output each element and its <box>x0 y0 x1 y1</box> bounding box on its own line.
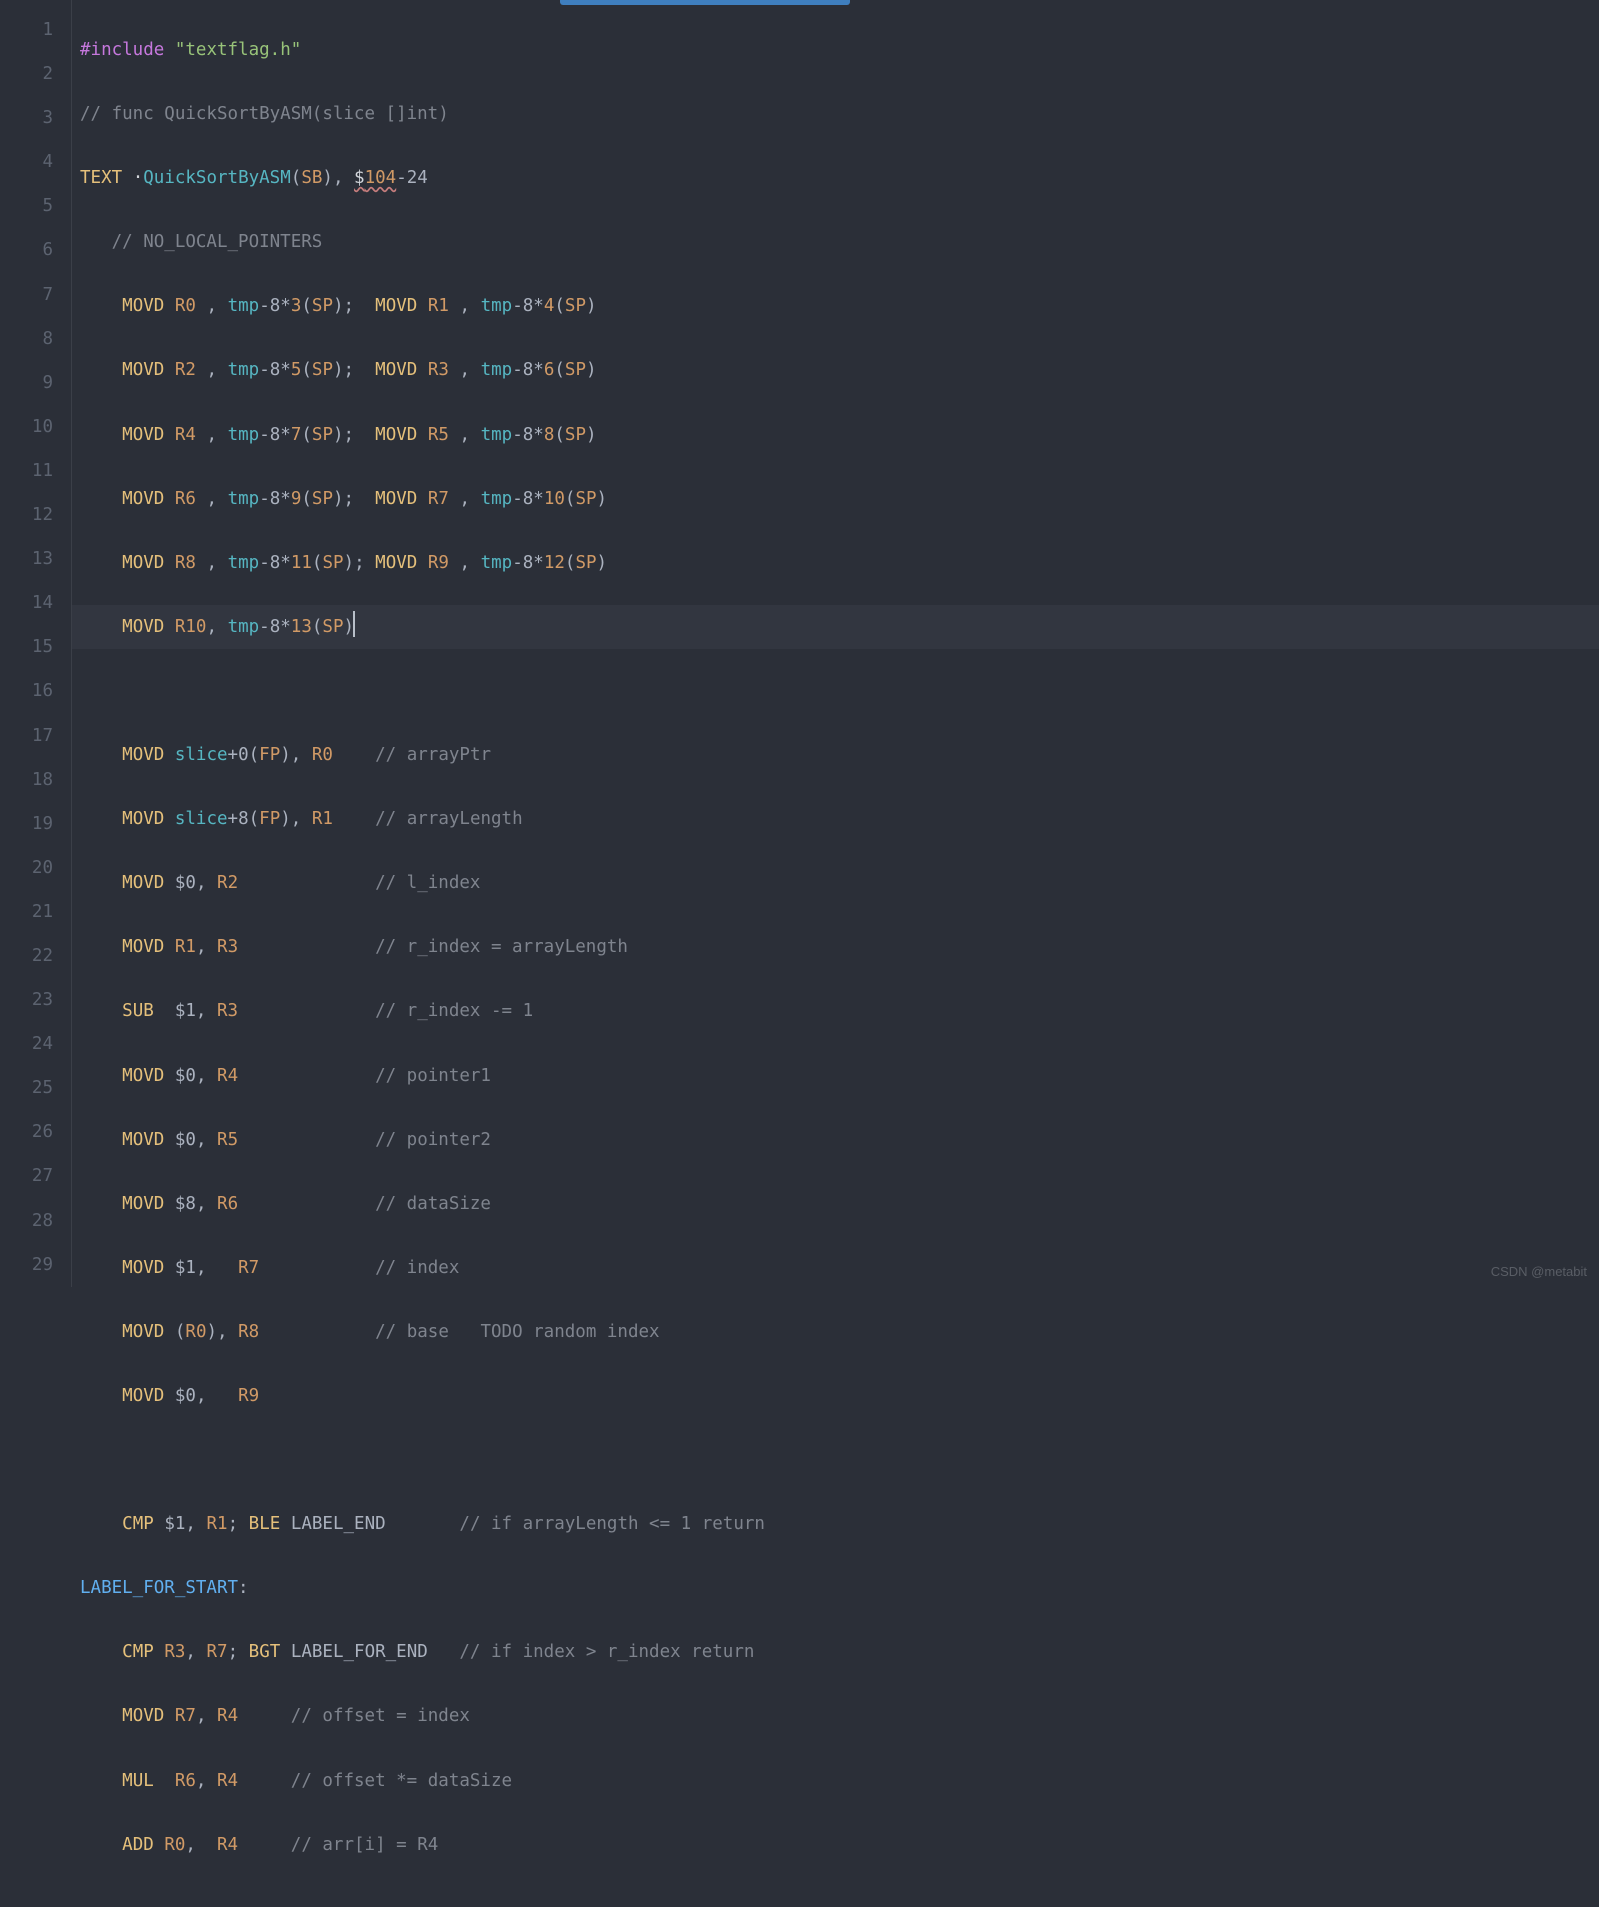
line-number: 14 <box>0 581 53 625</box>
line-number: 2 <box>0 52 53 96</box>
func-name: QuickSortByASM <box>143 168 291 188</box>
code-line-current[interactable]: MOVD R10, tmp-8*13(SP) <box>72 605 1599 649</box>
comment: // base TODO random index <box>375 1322 659 1342</box>
string-literal: "textflag.h" <box>175 40 301 60</box>
comment: // pointer1 <box>375 1066 491 1086</box>
code-line[interactable]: MOVD R4 , tmp-8*7(SP); MOVD R5 , tmp-8*8… <box>80 413 1599 457</box>
code-line[interactable]: #include "textflag.h" <box>80 28 1599 72</box>
line-number: 27 <box>0 1154 53 1198</box>
comment: // if arrayLength <= 1 return <box>459 1514 765 1534</box>
line-number: 19 <box>0 802 53 846</box>
code-line[interactable]: TEXT ·QuickSortByASM(SB), $104-24 <box>80 156 1599 200</box>
label-ref: LABEL_FOR_END <box>291 1642 428 1662</box>
text-cursor <box>353 611 355 637</box>
code-line[interactable]: // func QuickSortByASM(slice []int) <box>80 92 1599 136</box>
code-line[interactable]: CMP R3, R7; BGT LABEL_FOR_END // if inde… <box>80 1630 1599 1674</box>
ident: tmp <box>228 296 260 316</box>
code-line[interactable]: MOVD $0, R9 <box>80 1374 1599 1418</box>
line-number: 15 <box>0 625 53 669</box>
code-line[interactable]: MOVD R6 , tmp-8*9(SP); MOVD R7 , tmp-8*1… <box>80 477 1599 521</box>
code-line[interactable]: ADD R0, R4 // arr[i] = R4 <box>80 1823 1599 1867</box>
code-line[interactable] <box>80 669 1599 713</box>
code-line[interactable]: MOVD R1, R3 // r_index = arrayLength <box>80 925 1599 969</box>
comment: // arrayLength <box>375 809 523 829</box>
code-line[interactable]: SUB $1, R3 // r_index -= 1 <box>80 989 1599 1033</box>
line-number: 11 <box>0 449 53 493</box>
code-editor[interactable]: 1 2 3 4 5 6 7 8 9 10 11 12 13 14 15 16 1… <box>0 0 1599 1287</box>
tab-indicator <box>560 0 850 5</box>
line-number: 17 <box>0 714 53 758</box>
register: SB <box>301 168 322 188</box>
line-number: 12 <box>0 493 53 537</box>
line-number-gutter: 1 2 3 4 5 6 7 8 9 10 11 12 13 14 15 16 1… <box>0 0 72 1287</box>
line-number: 28 <box>0 1199 53 1243</box>
comment: // dataSize <box>375 1194 491 1214</box>
line-number: 23 <box>0 978 53 1022</box>
code-line[interactable]: MOVD slice+8(FP), R1 // arrayLength <box>80 797 1599 841</box>
watermark: CSDN @metabit <box>1491 1264 1587 1279</box>
line-number: 8 <box>0 317 53 361</box>
code-line[interactable]: MOVD R0 , tmp-8*3(SP); MOVD R1 , tmp-8*4… <box>80 284 1599 328</box>
line-number: 7 <box>0 273 53 317</box>
number: -24 <box>396 168 428 188</box>
line-number: 22 <box>0 934 53 978</box>
line-number: 20 <box>0 846 53 890</box>
comment: // NO_LOCAL_POINTERS <box>112 232 323 252</box>
line-number: 9 <box>0 361 53 405</box>
line-number: 4 <box>0 140 53 184</box>
comment: // arr[i] = R4 <box>291 1835 439 1855</box>
line-number: 26 <box>0 1110 53 1154</box>
opcode: MOVD <box>122 296 164 316</box>
code-line[interactable]: CMP $1, R1; BLE LABEL_END // if arrayLen… <box>80 1502 1599 1546</box>
line-number: 3 <box>0 96 53 140</box>
code-line[interactable]: MOVD $0, R4 // pointer1 <box>80 1054 1599 1098</box>
line-number: 18 <box>0 758 53 802</box>
code-line[interactable]: MOVD (R0), R8 // base TODO random index <box>80 1310 1599 1354</box>
comment: // if index > r_index return <box>459 1642 754 1662</box>
line-number: 6 <box>0 228 53 272</box>
register: R0 <box>175 296 196 316</box>
code-line[interactable]: MUL R6, R4 // offset *= dataSize <box>80 1759 1599 1803</box>
comment: // pointer2 <box>375 1130 491 1150</box>
comment: // func QuickSortByASM(slice []int) <box>80 104 449 124</box>
line-number: 25 <box>0 1066 53 1110</box>
code-line[interactable]: MOVD R7, R4 // offset = index <box>80 1694 1599 1738</box>
code-line[interactable]: MOVD slice+0(FP), R0 // arrayPtr <box>80 733 1599 777</box>
line-number: 5 <box>0 184 53 228</box>
code-area[interactable]: #include "textflag.h" // func QuickSortB… <box>72 0 1599 1287</box>
label-def: LABEL_FOR_START <box>80 1578 238 1598</box>
code-line[interactable]: MOVD $0, R2 // l_index <box>80 861 1599 905</box>
line-number: 13 <box>0 537 53 581</box>
comment: // offset *= dataSize <box>291 1771 512 1791</box>
code-line[interactable]: MOVD R8 , tmp-8*11(SP); MOVD R9 , tmp-8*… <box>80 541 1599 585</box>
code-line[interactable]: // NO_LOCAL_POINTERS <box>80 220 1599 264</box>
comment: // offset = index <box>291 1706 470 1726</box>
line-number: 1 <box>0 8 53 52</box>
code-line[interactable] <box>80 1438 1599 1482</box>
comment: // r_index -= 1 <box>375 1001 533 1021</box>
register: SP <box>312 296 333 316</box>
comment: // l_index <box>375 873 480 893</box>
line-number: 21 <box>0 890 53 934</box>
dot: · <box>133 168 144 188</box>
line-number: 24 <box>0 1022 53 1066</box>
comment: // r_index = arrayLength <box>375 937 628 957</box>
code-line[interactable]: MOVD R2 , tmp-8*5(SP); MOVD R3 , tmp-8*6… <box>80 348 1599 392</box>
code-line[interactable]: MOVD $0, R5 // pointer2 <box>80 1118 1599 1162</box>
dollar: $ <box>354 168 365 188</box>
preprocessor: #include <box>80 40 164 60</box>
code-line[interactable]: LABEL_FOR_START: <box>80 1566 1599 1610</box>
line-number: 10 <box>0 405 53 449</box>
comment: // index <box>375 1258 459 1278</box>
comment: // arrayPtr <box>375 745 491 765</box>
code-line[interactable]: MOVD $1, R7 // index <box>80 1246 1599 1290</box>
number: 104 <box>365 168 397 188</box>
code-line[interactable]: MOVD $8, R6 // dataSize <box>80 1182 1599 1226</box>
label-ref: LABEL_END <box>291 1514 386 1534</box>
keyword: TEXT <box>80 168 122 188</box>
line-number: 29 <box>0 1243 53 1287</box>
line-number: 16 <box>0 669 53 713</box>
